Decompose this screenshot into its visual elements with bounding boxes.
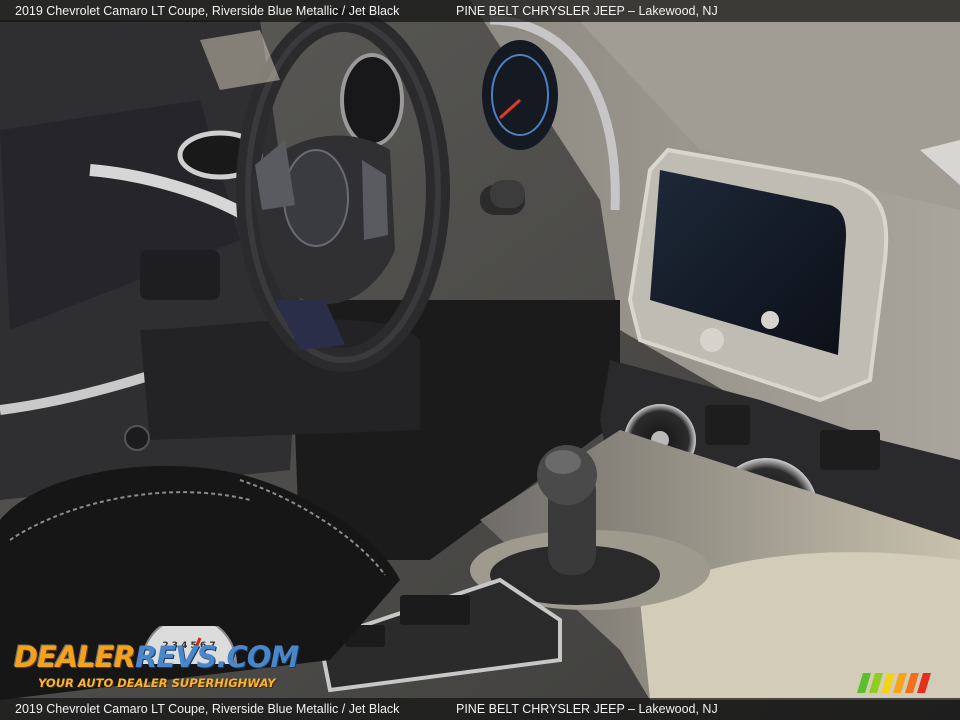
caption-bar-top: 2019 Chevrolet Camaro LT Coupe, Riversid… bbox=[0, 0, 960, 22]
stripe bbox=[869, 673, 883, 693]
vehicle-caption: 2019 Chevrolet Camaro LT Coupe, Riversid… bbox=[15, 702, 400, 716]
dealer-caption: PINE BELT CHRYSLER JEEP – Lakewood, NJ bbox=[456, 4, 718, 18]
interior-photo bbox=[0, 0, 960, 720]
watermark-tagline: YOUR AUTO DEALER SUPERHIGHWAY bbox=[38, 676, 276, 690]
stripe bbox=[905, 673, 919, 693]
stripe bbox=[917, 673, 931, 693]
color-stripes-logo bbox=[857, 673, 931, 693]
brand-part-revs: REVS bbox=[134, 640, 217, 674]
brand-part-dealer: DEALER bbox=[14, 640, 136, 674]
dealer-caption: PINE BELT CHRYSLER JEEP – Lakewood, NJ bbox=[456, 702, 718, 716]
brand-part-com: .COM bbox=[216, 640, 299, 674]
stripe bbox=[857, 673, 871, 693]
vehicle-caption: 2019 Chevrolet Camaro LT Coupe, Riversid… bbox=[15, 4, 400, 18]
stripe bbox=[893, 673, 907, 693]
stripe bbox=[881, 673, 895, 693]
caption-bar-bottom: 2019 Chevrolet Camaro LT Coupe, Riversid… bbox=[0, 698, 960, 720]
watermark-brand: DEALERREVS.COM bbox=[14, 640, 299, 674]
dealerrevs-watermark: 2 3 4 5 6 7 DEALERREVS.COM YOUR AUTO DEA… bbox=[12, 626, 299, 694]
